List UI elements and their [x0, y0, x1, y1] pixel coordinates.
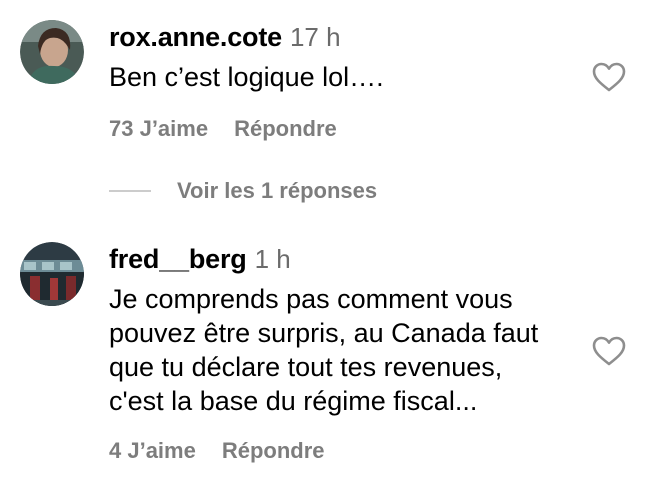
avatar[interactable]	[20, 20, 84, 84]
comment-body: fred__berg 1 h Je comprends pas comment …	[109, 244, 550, 464]
username[interactable]: fred__berg	[109, 244, 247, 275]
comment-header: rox.anne.cote 17 h	[109, 22, 550, 56]
timestamp: 17 h	[289, 22, 341, 52]
avatar-image	[20, 20, 84, 84]
comment-header: fred__berg 1 h	[109, 244, 550, 278]
likes-count[interactable]: 73 J’aime	[109, 116, 208, 142]
reply-button[interactable]: Répondre	[222, 438, 325, 464]
timestamp: 1 h	[254, 244, 291, 274]
comment-body: rox.anne.cote 17 h Ben c’est logique lol…	[109, 22, 550, 142]
view-replies-label[interactable]: Voir les 1 réponses	[177, 178, 377, 204]
avatar-image	[20, 242, 84, 306]
comment: rox.anne.cote 17 h Ben c’est logique lol…	[0, 0, 646, 203]
comment-text: Ben c’est logique lol….	[109, 62, 384, 92]
comment-actions: 73 J’aime Répondre	[109, 116, 550, 142]
username[interactable]: rox.anne.cote	[109, 22, 282, 53]
likes-count[interactable]: 4 J’aime	[109, 438, 196, 464]
replies-divider-line	[109, 190, 151, 192]
reply-button[interactable]: Répondre	[234, 116, 337, 142]
view-replies-toggle[interactable]: Voir les 1 réponses	[109, 178, 377, 204]
comment: fred__berg 1 h Je comprends pas comment …	[0, 232, 646, 492]
avatar[interactable]	[20, 242, 84, 306]
comment-actions: 4 J’aime Répondre	[109, 438, 550, 464]
heart-outline-icon[interactable]	[592, 62, 626, 92]
heart-outline-icon[interactable]	[592, 336, 626, 366]
comment-text: Je comprends pas comment vous pouvez êtr…	[109, 284, 539, 416]
